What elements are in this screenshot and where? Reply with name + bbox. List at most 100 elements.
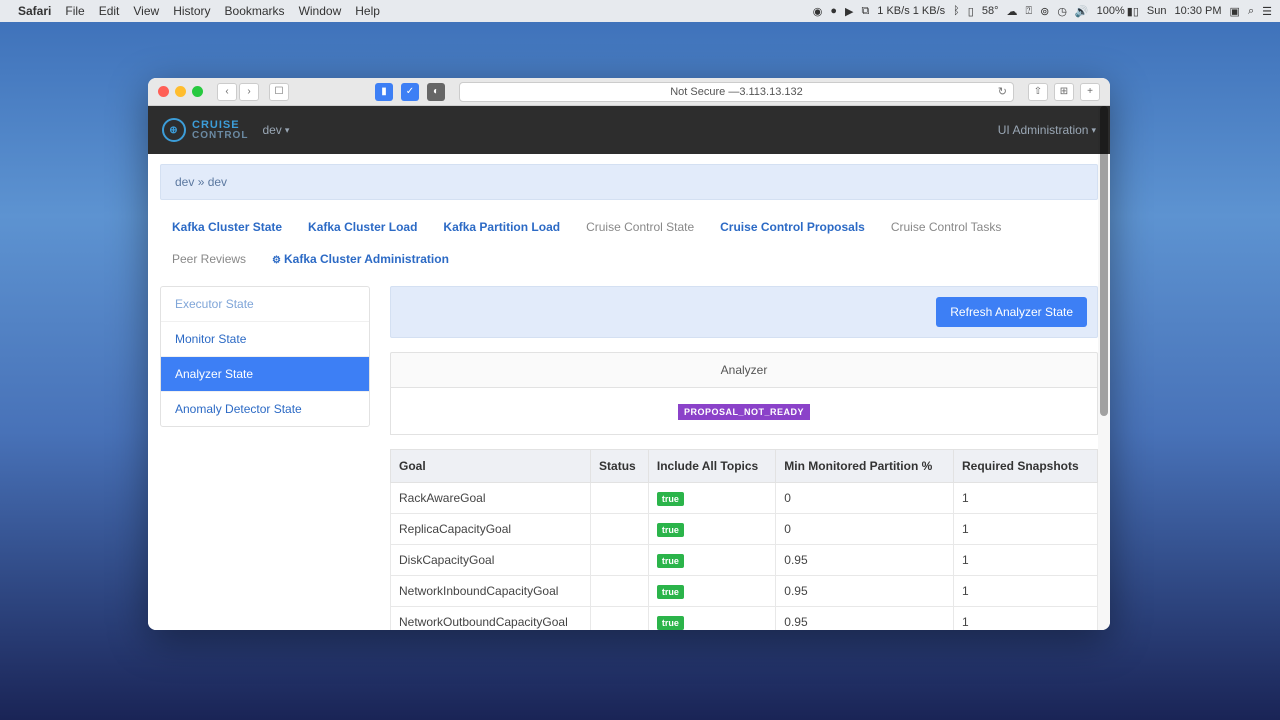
sidebar-toggle[interactable]: ☐ bbox=[269, 83, 289, 101]
card-header: Analyzer bbox=[390, 352, 1098, 388]
cell-include: true bbox=[648, 545, 775, 576]
sidebar-item-monitor-state[interactable]: Monitor State bbox=[161, 322, 369, 357]
ui-admin-dropdown[interactable]: UI Administration bbox=[998, 123, 1096, 137]
cell-min: 0 bbox=[776, 514, 954, 545]
tabs: Kafka Cluster StateKafka Cluster LoadKaf… bbox=[160, 214, 1098, 272]
menubar-bookmarks[interactable]: Bookmarks bbox=[225, 4, 285, 18]
goals-table: GoalStatusInclude All TopicsMin Monitore… bbox=[390, 449, 1098, 630]
share-icon[interactable]: ⇧ bbox=[1028, 83, 1048, 101]
dropbox-icon[interactable]: ⧉ bbox=[861, 5, 869, 18]
app-logo[interactable]: ⊕ CRUISE CONTROL bbox=[162, 118, 248, 142]
scrollbar[interactable] bbox=[1098, 106, 1110, 630]
cell-goal: DiskCapacityGoal bbox=[391, 545, 591, 576]
search-icon[interactable]: ⌕ bbox=[1248, 5, 1254, 18]
table-row: RackAwareGoaltrue01 bbox=[391, 483, 1098, 514]
menubar-help[interactable]: Help bbox=[355, 4, 380, 18]
forward-button[interactable]: › bbox=[239, 83, 259, 101]
macos-menubar: Safari File Edit View History Bookmarks … bbox=[0, 0, 1280, 22]
state-sidebar: Executor StateMonitor StateAnalyzer Stat… bbox=[160, 286, 370, 427]
menubar-view[interactable]: View bbox=[133, 4, 159, 18]
menubar-file[interactable]: File bbox=[65, 4, 84, 18]
minimize-button[interactable] bbox=[175, 86, 186, 97]
tab-kafka-cluster-state[interactable]: Kafka Cluster State bbox=[162, 214, 292, 240]
sidebar-item-anomaly-detector-state[interactable]: Anomaly Detector State bbox=[161, 392, 369, 426]
action-bar: Refresh Analyzer State bbox=[390, 286, 1098, 338]
sidebar-item-executor-state[interactable]: Executor State bbox=[161, 287, 369, 322]
back-button[interactable]: ‹ bbox=[217, 83, 237, 101]
bluetooth-icon[interactable]: ᛒ bbox=[953, 5, 960, 17]
privacy-icon[interactable]: ▮ bbox=[375, 83, 393, 101]
scrollbar-thumb[interactable] bbox=[1100, 106, 1108, 416]
tab-cruise-control-state[interactable]: Cruise Control State bbox=[576, 214, 704, 240]
main-panel: Refresh Analyzer State Analyzer PROPOSAL… bbox=[390, 286, 1098, 630]
env-dropdown[interactable]: dev bbox=[262, 123, 289, 137]
phone-icon[interactable]: ▯ bbox=[968, 5, 974, 18]
breadcrumb-b[interactable]: dev bbox=[208, 175, 227, 189]
cell-include: true bbox=[648, 483, 775, 514]
address-bar[interactable]: Not Secure — 3.113.13.132 ↻ bbox=[459, 82, 1014, 102]
page-content: dev » dev Kafka Cluster StateKafka Clust… bbox=[148, 154, 1110, 630]
close-button[interactable] bbox=[158, 86, 169, 97]
wifi-icon[interactable]: ⊚ bbox=[1040, 5, 1049, 18]
address-prefix: Not Secure — bbox=[670, 86, 739, 98]
cell-goal: RackAwareGoal bbox=[391, 483, 591, 514]
cell-goal: NetworkOutboundCapacityGoal bbox=[391, 607, 591, 631]
cell-req: 1 bbox=[953, 607, 1097, 631]
menubar-window[interactable]: Window bbox=[299, 4, 342, 18]
cell-min: 0.95 bbox=[776, 607, 954, 631]
temp: 58° bbox=[982, 5, 999, 17]
new-tab-button[interactable]: + bbox=[1080, 83, 1100, 101]
tab-cruise-control-proposals[interactable]: Cruise Control Proposals bbox=[710, 214, 875, 240]
volume-icon[interactable]: 🔊 bbox=[1075, 5, 1089, 18]
maximize-button[interactable] bbox=[192, 86, 203, 97]
clock-icon[interactable]: ◷ bbox=[1057, 5, 1067, 18]
table-row: ReplicaCapacityGoaltrue01 bbox=[391, 514, 1098, 545]
status-icon[interactable]: ● bbox=[830, 5, 837, 17]
tab-peer-reviews[interactable]: Peer Reviews bbox=[162, 246, 256, 272]
true-badge: true bbox=[657, 616, 684, 630]
true-badge: true bbox=[657, 523, 684, 537]
tab-cruise-control-tasks[interactable]: Cruise Control Tasks bbox=[881, 214, 1011, 240]
gear-icon: ⚙ bbox=[272, 255, 281, 266]
menubar-history[interactable]: History bbox=[173, 4, 210, 18]
app-header: ⊕ CRUISE CONTROL dev UI Administration bbox=[148, 106, 1110, 154]
cloud-icon[interactable]: ☁ bbox=[1006, 5, 1017, 18]
table-row: DiskCapacityGoal true0.951 bbox=[391, 545, 1098, 576]
true-badge: true bbox=[657, 585, 684, 599]
tab-kafka-cluster-load[interactable]: Kafka Cluster Load bbox=[298, 214, 427, 240]
cell-status bbox=[591, 545, 649, 576]
refresh-analyzer-button[interactable]: Refresh Analyzer State bbox=[936, 297, 1087, 327]
cell-include: true bbox=[648, 607, 775, 631]
menubar-app[interactable]: Safari bbox=[18, 4, 51, 18]
user-icon[interactable]: ⍰ bbox=[1025, 5, 1032, 18]
status-row: PROPOSAL_NOT_READY bbox=[390, 388, 1098, 435]
col-include-all-topics: Include All Topics bbox=[648, 450, 775, 483]
col-status: Status bbox=[591, 450, 649, 483]
cell-include: true bbox=[648, 514, 775, 545]
menu-icon[interactable]: ☰ bbox=[1262, 5, 1272, 18]
col-required-snapshots: Required Snapshots bbox=[953, 450, 1097, 483]
cell-min: 0.95 bbox=[776, 545, 954, 576]
safari-window: ‹ › ☐ ▮ ✓ ◐ Not Secure — 3.113.13.132 ↻ … bbox=[148, 78, 1110, 630]
col-goal: Goal bbox=[391, 450, 591, 483]
cell-req: 1 bbox=[953, 483, 1097, 514]
cell-min: 0.95 bbox=[776, 576, 954, 607]
breadcrumb-a[interactable]: dev bbox=[175, 175, 194, 189]
tab-kafka-cluster-administration[interactable]: ⚙Kafka Cluster Administration bbox=[262, 246, 459, 272]
status-icon[interactable]: ▶ bbox=[845, 5, 853, 18]
cell-goal: ReplicaCapacityGoal bbox=[391, 514, 591, 545]
reload-icon[interactable]: ↻ bbox=[998, 85, 1007, 98]
sidebar-item-analyzer-state[interactable]: Analyzer State bbox=[161, 357, 369, 392]
cell-req: 1 bbox=[953, 545, 1097, 576]
tabs-icon[interactable]: ⊞ bbox=[1054, 83, 1074, 101]
reader-icon[interactable]: ◐ bbox=[427, 83, 445, 101]
cell-status bbox=[591, 514, 649, 545]
check-icon[interactable]: ✓ bbox=[401, 83, 419, 101]
status-icon[interactable]: ◉ bbox=[813, 5, 823, 18]
tab-kafka-partition-load[interactable]: Kafka Partition Load bbox=[433, 214, 570, 240]
address-text: 3.113.13.132 bbox=[739, 86, 802, 98]
a-icon[interactable]: ▣ bbox=[1230, 5, 1240, 18]
cell-goal: NetworkInboundCapacityGoal bbox=[391, 576, 591, 607]
menubar-edit[interactable]: Edit bbox=[99, 4, 120, 18]
cell-include: true bbox=[648, 576, 775, 607]
